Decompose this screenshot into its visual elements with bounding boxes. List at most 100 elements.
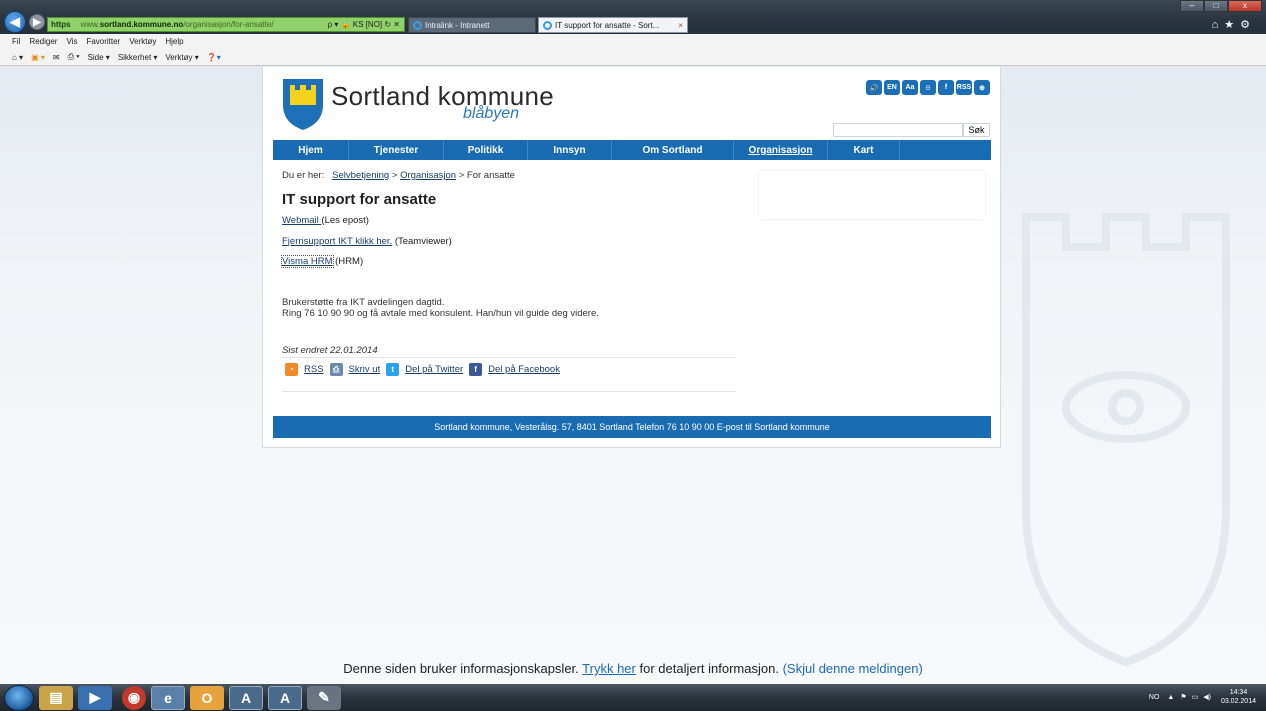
url-domain: sortland.kommune.no — [99, 20, 184, 29]
settings-gear-icon[interactable]: ⚙ — [1240, 19, 1256, 31]
clock-date: 03.02.2014 — [1220, 698, 1256, 705]
site-name[interactable]: Sortland kommune — [331, 81, 554, 112]
cookie-details-link[interactable]: Trykk her — [582, 661, 636, 676]
maximize-button[interactable]: □ — [1204, 0, 1228, 12]
rss-link[interactable]: RSS — [304, 364, 324, 375]
nav-label: Organisasjon — [748, 144, 813, 156]
facebook-icon[interactable]: f — [469, 363, 483, 376]
webmail-link[interactable]: Webmail — [282, 215, 321, 226]
breadcrumb-organisasjon[interactable]: Organisasjon — [400, 170, 456, 181]
nav-label: Tjenester — [373, 144, 419, 156]
address-bar-controls[interactable]: ρ ▾ 🔒 KS [NO] ↻ ✕ — [328, 20, 400, 29]
menu-edit[interactable]: Rediger — [29, 37, 57, 46]
remote-support-link[interactable]: Fjernsupport IKT klikk her. — [282, 236, 392, 247]
help-icon[interactable]: ❓▾ — [207, 53, 221, 62]
outlook-taskbar-icon[interactable]: O — [190, 685, 224, 710]
internet-explorer-taskbar-icon[interactable]: e — [151, 685, 185, 710]
tab-it-support[interactable]: IT support for ansatte - Sort... × — [538, 17, 688, 33]
globe-icon[interactable]: ⊕ — [974, 80, 990, 95]
print-icon[interactable]: ⎙ ▾ — [68, 52, 80, 62]
page-menu[interactable]: Side ▾ — [88, 53, 110, 62]
print-link[interactable]: Skriv ut — [349, 364, 381, 375]
safety-menu[interactable]: Sikkerhet ▾ — [118, 53, 158, 62]
link-note: (HRM) — [332, 256, 364, 267]
rss-icon[interactable]: RSS — [956, 80, 972, 95]
tools-taskbar-icon[interactable]: ✎ — [307, 685, 341, 710]
tab-intralink[interactable]: Intralink - Intranett — [408, 17, 536, 33]
menu-help[interactable]: Hjelp — [165, 37, 183, 46]
hide-notice-link[interactable]: (Skjul denne meldingen) — [783, 661, 923, 676]
twitter-share-link[interactable]: Del på Twitter — [405, 364, 463, 375]
clock[interactable]: 14:34 03.02.2014 — [1221, 688, 1256, 706]
tab-close-icon[interactable]: × — [678, 21, 683, 30]
menu-tools[interactable]: Verktøy — [129, 37, 156, 46]
favorites-star-icon[interactable]: ★ — [1224, 19, 1240, 31]
search-input[interactable] — [833, 123, 963, 137]
text-line: Brukerstøtte fra IKT avdelingen dagtid. — [282, 297, 445, 308]
nav-item-tjenester[interactable]: Tjenester — [349, 140, 444, 160]
a-app-taskbar-icon[interactable]: A — [268, 685, 302, 710]
nav-item-innsyn[interactable]: Innsyn — [528, 140, 612, 160]
forward-button[interactable]: ▶ — [29, 14, 45, 30]
explorer-taskbar-icon[interactable]: ▤ — [39, 685, 73, 710]
network-icon[interactable]: ▭ — [1192, 693, 1199, 701]
rss-feed-icon[interactable]: ▣ ▾ — [31, 53, 45, 62]
last-updated: Sist endret 22.01.2014 — [282, 345, 378, 356]
site-container: Sortland kommune blåbyen 🔊 EN Aa ⁝⁝ f RS… — [262, 67, 1001, 448]
windows-taskbar: ▤ ▶ ◉ e O A A ✎ NO ▲ ⚑ ▭ ◀) 14:34 03.02.… — [0, 684, 1266, 711]
minimize-button[interactable]: – — [1180, 0, 1204, 12]
speaker-icon[interactable]: 🔊 — [866, 80, 882, 95]
home-icon[interactable]: ⌂ — [1212, 19, 1225, 31]
nav-label: Innsyn — [553, 144, 586, 156]
rss-icon[interactable]: ◔ — [285, 363, 298, 376]
support-info-text: Brukerstøtte fra IKT avdelingen dagtid. … — [282, 297, 599, 319]
link-note: (Les epost) — [321, 215, 369, 226]
divider — [282, 391, 736, 392]
menu-favorites[interactable]: Favoritter — [86, 37, 120, 46]
nav-item-kart[interactable]: Kart — [828, 140, 900, 160]
print-icon[interactable]: ⎙ — [329, 363, 343, 376]
chrome-taskbar-icon[interactable]: ◉ — [122, 685, 146, 710]
language-indicator[interactable]: NO — [1149, 694, 1160, 701]
tray-arrow-icon[interactable]: ▲ — [1167, 694, 1174, 701]
twitter-icon[interactable]: t — [386, 363, 400, 376]
address-bar[interactable]: https www. sortland.kommune.no /organisa… — [47, 17, 405, 32]
cookie-notice-text: Denne siden bruker informasjonskapsler. — [343, 661, 579, 676]
visma-hrm-link[interactable]: Visma HRM — [281, 255, 334, 268]
media-player-taskbar-icon[interactable]: ▶ — [78, 685, 112, 710]
ie-icon — [413, 20, 422, 30]
nav-item-om-sortland[interactable]: Om Sortland — [612, 140, 734, 160]
mail-icon[interactable]: ✉ — [53, 53, 60, 62]
back-button[interactable]: ◀ — [4, 11, 26, 33]
nav-label: Hjem — [298, 144, 323, 156]
a-app-taskbar-icon[interactable]: A — [229, 685, 263, 710]
start-button[interactable] — [4, 684, 34, 711]
tab-label: IT support for ansatte - Sort... — [555, 20, 660, 30]
accessibility-tools: 🔊 EN Aa ⁝⁝ f RSS ⊕ — [866, 80, 992, 95]
facebook-icon[interactable]: f — [938, 80, 954, 95]
browser-toolbar-icons: ⌂★⚙ — [1212, 18, 1256, 31]
sortland-coat-of-arms-logo[interactable] — [281, 77, 325, 132]
search-button[interactable]: Søk — [963, 123, 990, 137]
command-bar: ⌂ ▾ ▣ ▾ ✉ ⎙ ▾ Side ▾ Sikkerhet ▾ Verktøy… — [0, 49, 1266, 66]
nav-item-organisasjon[interactable]: Organisasjon — [734, 140, 828, 160]
cookie-notice: Denne siden bruker informasjonskapsler. … — [0, 661, 1266, 676]
system-tray: NO ▲ ⚑ ▭ ◀) 14:34 03.02.2014 — [1149, 688, 1256, 706]
text-size-icon[interactable]: Aa — [902, 80, 918, 95]
menu-view[interactable]: Vis — [66, 37, 77, 46]
close-button[interactable]: x — [1228, 0, 1262, 12]
tools-menu[interactable]: Verktøy ▾ — [165, 53, 198, 62]
sitemap-icon[interactable]: ⁝⁝ — [920, 80, 936, 95]
volume-icon[interactable]: ◀) — [1203, 693, 1211, 701]
window-controls: – □ x — [1180, 0, 1262, 12]
menu-file[interactable]: Fil — [12, 37, 20, 46]
tab-label: Intralink - Intranett — [425, 20, 490, 30]
facebook-share-link[interactable]: Del på Facebook — [488, 364, 560, 375]
home-icon[interactable]: ⌂ ▾ — [12, 53, 23, 62]
flag-icon[interactable]: ⚑ — [1180, 693, 1186, 701]
english-icon[interactable]: EN — [884, 80, 900, 95]
sidebar-box — [759, 171, 985, 219]
nav-item-politikk[interactable]: Politikk — [444, 140, 528, 160]
breadcrumb-selvbetjening[interactable]: Selvbetjening — [332, 170, 389, 181]
nav-item-hjem[interactable]: Hjem — [273, 140, 349, 160]
